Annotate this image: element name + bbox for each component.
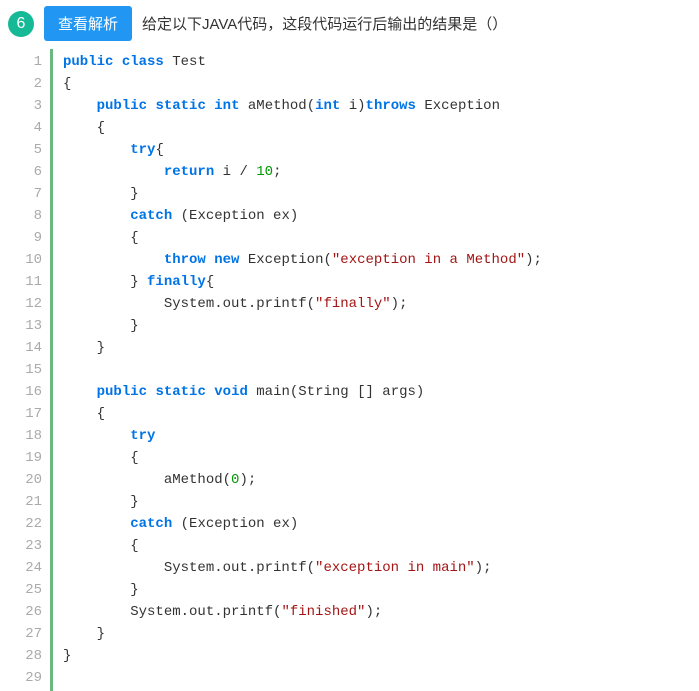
code-line: { [63, 447, 681, 469]
code-line: return i / 10; [63, 161, 681, 183]
code-line: System.out.printf("finished"); [63, 601, 681, 623]
question-number-badge: 6 [8, 11, 34, 37]
question-header: 6 查看解析 给定以下JAVA代码，这段代码运行后输出的结果是（） [0, 0, 699, 49]
code-line: } [63, 623, 681, 645]
code-line: System.out.printf("finally"); [63, 293, 681, 315]
line-number: 2 [24, 73, 42, 95]
line-number: 6 [24, 161, 42, 183]
line-number: 13 [24, 315, 42, 337]
line-number: 25 [24, 579, 42, 601]
code-line: aMethod(0); [63, 469, 681, 491]
line-number: 3 [24, 95, 42, 117]
code-line: System.out.printf("exception in main"); [63, 557, 681, 579]
code-line: } [63, 337, 681, 359]
code-block: 1234567891011121314151617181920212223242… [18, 49, 681, 691]
line-number: 7 [24, 183, 42, 205]
line-number: 21 [24, 491, 42, 513]
line-number: 17 [24, 403, 42, 425]
code-line: catch (Exception ex) [63, 513, 681, 535]
code-line: { [63, 73, 681, 95]
line-number: 5 [24, 139, 42, 161]
line-number: 1 [24, 51, 42, 73]
question-text: 给定以下JAVA代码，这段代码运行后输出的结果是（） [142, 13, 507, 34]
line-number-gutter: 1234567891011121314151617181920212223242… [18, 49, 50, 691]
code-content: public class Test{ public static int aMe… [53, 49, 681, 691]
code-line: catch (Exception ex) [63, 205, 681, 227]
code-line [63, 359, 681, 381]
code-line: { [63, 403, 681, 425]
code-line: throw new Exception("exception in a Meth… [63, 249, 681, 271]
line-number: 27 [24, 623, 42, 645]
code-line: } [63, 579, 681, 601]
line-number: 28 [24, 645, 42, 667]
code-line: public class Test [63, 51, 681, 73]
line-number: 19 [24, 447, 42, 469]
code-line: try [63, 425, 681, 447]
view-analysis-button[interactable]: 查看解析 [44, 6, 132, 41]
line-number: 11 [24, 271, 42, 293]
code-line: { [63, 117, 681, 139]
line-number: 9 [24, 227, 42, 249]
line-number: 10 [24, 249, 42, 271]
code-line: public static int aMethod(int i)throws E… [63, 95, 681, 117]
line-number: 29 [24, 667, 42, 689]
line-number: 23 [24, 535, 42, 557]
line-number: 26 [24, 601, 42, 623]
code-line: } [63, 315, 681, 337]
code-line: { [63, 227, 681, 249]
line-number: 16 [24, 381, 42, 403]
code-line: } [63, 183, 681, 205]
code-line: } [63, 645, 681, 667]
line-number: 24 [24, 557, 42, 579]
line-number: 22 [24, 513, 42, 535]
line-number: 4 [24, 117, 42, 139]
code-line: } [63, 491, 681, 513]
code-line: try{ [63, 139, 681, 161]
line-number: 8 [24, 205, 42, 227]
code-line [63, 667, 681, 689]
line-number: 18 [24, 425, 42, 447]
code-line: { [63, 535, 681, 557]
line-number: 14 [24, 337, 42, 359]
line-number: 12 [24, 293, 42, 315]
line-number: 15 [24, 359, 42, 381]
code-line: public static void main(String [] args) [63, 381, 681, 403]
line-number: 20 [24, 469, 42, 491]
code-line: } finally{ [63, 271, 681, 293]
